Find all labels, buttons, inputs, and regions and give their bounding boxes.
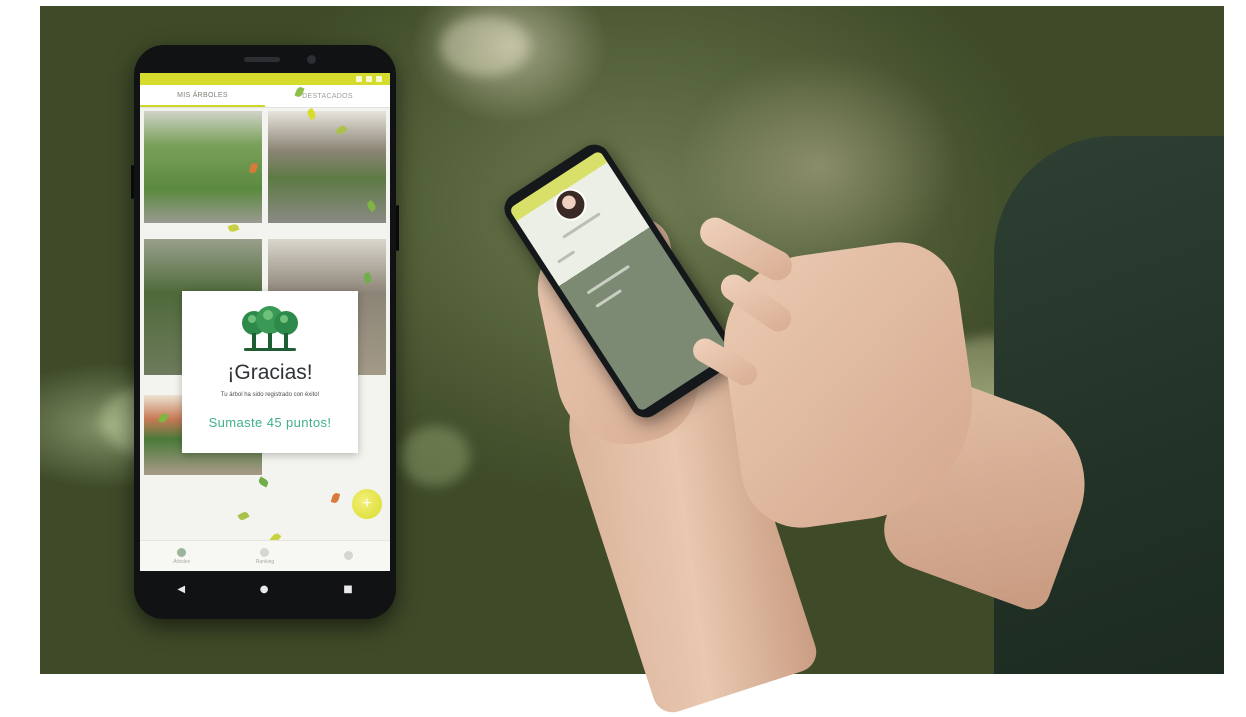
nav-ranking[interactable]: Ranking (223, 541, 306, 571)
points-earned: Sumaste 45 puntos! (208, 415, 332, 430)
nav-profile[interactable] (307, 541, 390, 571)
nav-arboles[interactable]: Árboles (140, 541, 223, 571)
ranking-icon (260, 547, 270, 557)
tab-mis-arboles[interactable]: MIS ÁRBOLES (140, 85, 265, 107)
recent-apps-icon[interactable]: ■ (343, 584, 352, 595)
dialog-message: Tu árbol ha sido registrado con éxito! (220, 392, 320, 398)
power-button (396, 205, 399, 251)
volume-button (131, 165, 134, 199)
dialog-title: ¡Gracias! (227, 361, 313, 384)
plus-icon: + (362, 495, 372, 512)
bottom-navigation: Árboles Ranking (140, 540, 390, 571)
trees-icon (242, 306, 298, 351)
profile-icon (343, 550, 353, 560)
success-dialog: ¡Gracias! Tu árbol ha sido registrado co… (182, 291, 358, 453)
tree-icon (177, 547, 187, 557)
app-screen: MIS ÁRBOLES DESTACADOS Secuoya El Cuervo (140, 73, 390, 571)
battery-icon (376, 76, 382, 82)
status-bar (140, 73, 390, 85)
tab-destacados[interactable]: DESTACADOS (265, 85, 390, 107)
tab-bar: MIS ÁRBOLES DESTACADOS (140, 85, 390, 108)
wifi-icon (366, 76, 372, 82)
home-icon[interactable]: ● (260, 584, 269, 595)
phone-mockup: MIS ÁRBOLES DESTACADOS Secuoya El Cuervo (131, 45, 399, 619)
back-icon[interactable]: ◀ (177, 584, 185, 595)
tree-card[interactable] (144, 111, 262, 223)
android-navigation-bar: ◀ ● ■ (140, 573, 390, 605)
phone-camera (307, 55, 316, 64)
add-tree-button[interactable]: + (352, 489, 382, 519)
signal-icon (356, 76, 362, 82)
phone-speaker (244, 57, 280, 62)
